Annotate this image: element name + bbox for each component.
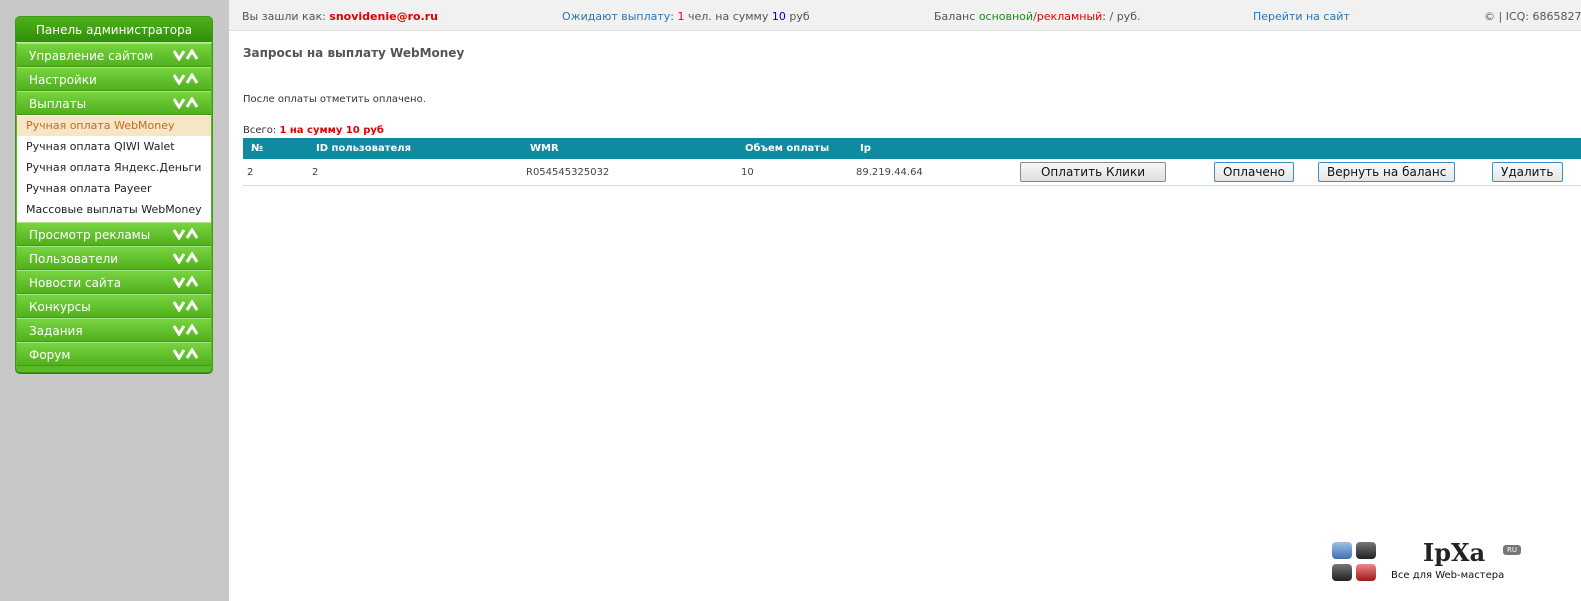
double-chevron-icon: [173, 228, 199, 240]
double-chevron-icon: [173, 49, 199, 61]
double-chevron-icon: [173, 73, 199, 85]
logo-ru-badge: RU: [1503, 545, 1521, 555]
balance-label: Баланс: [934, 10, 976, 23]
menu-section-users[interactable]: Пользователи: [17, 246, 211, 270]
col-ip: Ip: [852, 138, 1016, 159]
payouts-submenu: Ручная оплата WebMoney Ручная оплата QIW…: [17, 115, 211, 222]
menu-section-label: Просмотр рекламы: [29, 228, 151, 242]
delete-button[interactable]: Удалить: [1492, 162, 1563, 182]
menu-section-site-management[interactable]: Управление сайтом: [17, 43, 211, 67]
submenu-item-qiwi-manual[interactable]: Ручная оплата QIWI Walet: [17, 137, 211, 157]
payout-requests-table: № ID пользователя WMR Объем оплаты Ip 2 …: [243, 138, 1581, 186]
col-actions: [1016, 138, 1210, 159]
admin-panel-menu: Панель администратора Управление сайтом …: [15, 16, 213, 373]
col-wmr: WMR: [522, 138, 737, 159]
menu-section-ad-view[interactable]: Просмотр рекламы: [17, 222, 211, 246]
total-summary: Всего: 1 на сумму 10 руб: [243, 125, 384, 136]
logged-in-info: Вы зашли как: snovidenie@ro.ru: [242, 10, 438, 23]
menu-section-label: Новости сайта: [29, 276, 122, 290]
cell-ip: 89.219.44.64: [852, 159, 1016, 186]
waiting-payout-info: Ожидают выплату: 1 чел. на сумму 10 руб: [562, 10, 810, 23]
col-amount: Объем оплаты: [737, 138, 852, 159]
cell-return-balance: Вернуть на баланс: [1314, 159, 1488, 186]
submenu-item-yandex-manual[interactable]: Ручная оплата Яндекс.Деньги: [17, 158, 211, 178]
waiting-sum: 10: [771, 10, 786, 23]
submenu-item-webmoney-manual[interactable]: Ручная оплата WebMoney: [17, 116, 211, 136]
col-actions-3: [1314, 138, 1488, 159]
logo-cube-dark-icon: [1356, 542, 1376, 559]
cell-amount: 10: [737, 159, 852, 186]
col-user-id: ID пользователя: [308, 138, 522, 159]
double-chevron-icon: [173, 300, 199, 312]
sidebar-background: Панель администратора Управление сайтом …: [0, 0, 229, 601]
double-chevron-icon: [173, 97, 199, 109]
cell-user-id: 2: [308, 159, 522, 186]
double-chevron-icon: [173, 324, 199, 336]
return-to-balance-button[interactable]: Вернуть на баланс: [1318, 162, 1456, 182]
col-number: №: [243, 138, 308, 159]
total-label: Всего:: [243, 125, 277, 136]
col-actions-4: [1488, 138, 1581, 159]
top-status-bar: Вы зашли как: snovidenie@ro.ru Ожидают в…: [229, 0, 1581, 31]
double-chevron-icon: [173, 276, 199, 288]
payment-note: После оплаты отметить оплачено.: [243, 94, 426, 105]
user-email: snovidenie@ro.ru: [329, 10, 438, 23]
logo-name: IpXa: [1423, 538, 1486, 567]
cell-number: 2: [243, 159, 308, 186]
logo-cube-blue-icon: [1332, 542, 1352, 559]
waiting-currency: руб: [789, 10, 810, 23]
logged-in-label: Вы зашли как:: [242, 10, 326, 23]
pay-clicks-button[interactable]: Оплатить Клики: [1020, 162, 1166, 182]
copyright-icq: © | ICQ: 6865827: [1484, 10, 1581, 23]
cell-pay-clicks: Оплатить Клики: [1016, 159, 1210, 186]
menu-section-label: Пользователи: [29, 252, 119, 266]
menu-section-label: Управление сайтом: [29, 49, 154, 63]
balance-ad-label: рекламный:: [1036, 10, 1106, 23]
cell-delete: Удалить: [1488, 159, 1581, 186]
total-value: 1 на сумму 10 руб: [279, 125, 384, 136]
mark-paid-button[interactable]: Оплачено: [1214, 162, 1294, 182]
menu-section-label: Конкурсы: [29, 300, 91, 314]
goto-site-link[interactable]: Перейти на сайт: [1253, 10, 1350, 23]
menu-section-label: Задания: [29, 324, 83, 338]
menu-section-settings[interactable]: Настройки: [17, 67, 211, 91]
waiting-mid-text: чел. на сумму: [687, 10, 769, 23]
menu-section-label: Форум: [29, 348, 71, 362]
cell-wmr: R054545325032: [522, 159, 737, 186]
menu-section-news[interactable]: Новости сайта: [17, 270, 211, 294]
menu-section-contests[interactable]: Конкурсы: [17, 294, 211, 318]
balance-value: / руб.: [1109, 10, 1141, 23]
logo-cube-dark-icon: [1332, 564, 1352, 581]
menu-section-label: Выплаты: [29, 97, 87, 111]
logo-tagline: Все для Web-мастера: [1391, 570, 1505, 581]
menu-section-label: Настройки: [29, 73, 97, 87]
waiting-label: Ожидают выплату:: [562, 10, 674, 23]
balance-info: Баланс основной/рекламный: / руб.: [934, 10, 1140, 23]
submenu-item-payeer-manual[interactable]: Ручная оплата Payeer: [17, 179, 211, 199]
menu-section-payouts[interactable]: Выплаты: [17, 91, 211, 115]
double-chevron-icon: [173, 252, 199, 264]
waiting-count: 1: [677, 10, 685, 23]
table-row: 2 2 R054545325032 10 89.219.44.64 Оплати…: [243, 159, 1581, 186]
menu-section-tasks[interactable]: Задания: [17, 318, 211, 342]
submenu-item-webmoney-mass[interactable]: Массовые выплаты WebMoney: [17, 200, 211, 220]
table-header-row: № ID пользователя WMR Объем оплаты Ip: [243, 138, 1581, 159]
page-title: Запросы на выплату WebMoney: [243, 46, 465, 60]
logo-cube-red-icon: [1356, 564, 1376, 581]
balance-main-label: основной: [978, 10, 1034, 23]
double-chevron-icon: [173, 348, 199, 360]
cell-paid: Оплачено: [1210, 159, 1314, 186]
menu-section-forum[interactable]: Форум: [17, 342, 211, 366]
panel-title: Панель администратора: [16, 17, 212, 43]
col-actions-2: [1210, 138, 1314, 159]
